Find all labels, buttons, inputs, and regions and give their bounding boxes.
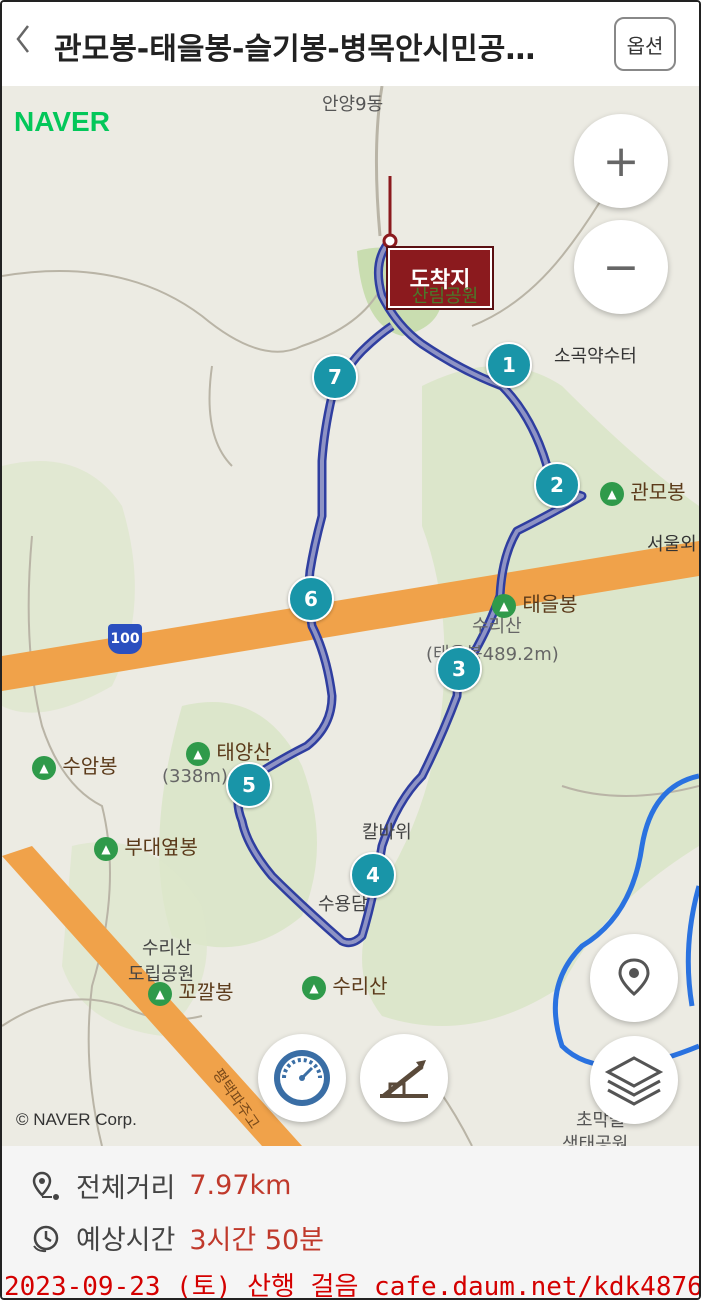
clock-icon (33, 1225, 59, 1252)
mountain-icon: ▲ (148, 981, 172, 1006)
peak-kkokkalbong[interactable]: ▲ 꼬깔봉 (148, 976, 234, 1006)
time-row: 예상시간 3시간 50분 (30, 1218, 324, 1257)
peak-taeeulbong[interactable]: ▲ 태을봉 (492, 588, 578, 618)
waypoint-6[interactable]: 6 (288, 576, 334, 622)
waypoint-5[interactable]: 5 (226, 762, 272, 808)
place-seoul-outer: 서울외 (647, 534, 697, 555)
place-taeyang-elev: (338m) (162, 766, 228, 787)
place-kalbawi: 칼바위 (362, 822, 412, 843)
map-view[interactable]: NAVER 도착지 안양9동 소곡약수터 서울외 수리산 (태을봉489.2m)… (2, 86, 699, 1146)
place-surisan-park-1: 수리산 (142, 938, 192, 959)
route-title: 관모봉-태을봉-슬기봉-병목안시민공… (54, 32, 536, 67)
peak-suambong[interactable]: ▲ 수암봉 (32, 750, 118, 780)
time-label: 예상시간 (76, 1225, 176, 1256)
naver-logo: NAVER (14, 106, 110, 137)
distance-row: 전체거리 7.97km (30, 1166, 291, 1205)
speedometer-icon (274, 1050, 330, 1106)
mountain-icon: ▲ (302, 975, 326, 1000)
peak-surisan[interactable]: ▲ 수리산 (302, 970, 388, 1000)
distance-label: 전체거리 (76, 1173, 176, 1204)
location-button[interactable] (590, 934, 678, 1022)
peak-taeyangsan[interactable]: ▲ 태양산 (186, 736, 272, 766)
peak-budaeyeopbong[interactable]: ▲ 부대옆봉 (94, 831, 198, 861)
mountain-icon: ▲ (492, 593, 516, 618)
chevron-left-icon (16, 25, 29, 53)
mountain-icon: ▲ (186, 741, 210, 766)
watermark-text: 2023-09-23 (토) 산행 걸음 cafe.daum.net/kdk48… (4, 1272, 701, 1300)
distance-value: 7.97km (189, 1170, 292, 1201)
location-pin-icon (618, 958, 650, 996)
options-button[interactable]: 옵션 (614, 17, 676, 71)
waypoint-4[interactable]: 4 (350, 852, 396, 898)
waypoint-1[interactable]: 1 (486, 342, 532, 388)
app-frame: 관모봉-태을봉-슬기봉-병목안시민공… 옵션 NAVER 도착지 안양9동 소곡… (0, 0, 701, 1300)
zoom-in-button[interactable]: + (574, 114, 668, 208)
zoom-out-button[interactable]: − (574, 220, 668, 314)
elevation-button[interactable] (360, 1034, 448, 1122)
mountain-icon: ▲ (94, 836, 118, 861)
waypoint-7[interactable]: 7 (312, 354, 358, 400)
place-sogok-spring: 소곡약수터 (554, 346, 637, 367)
place-park-top: 산림공원 (412, 286, 479, 307)
waypoint-3[interactable]: 3 (436, 646, 482, 692)
layers-icon (604, 1056, 664, 1106)
place-chomak-2: 생태공원 (562, 1134, 629, 1146)
route-distance-icon (32, 1171, 59, 1200)
waypoint-2[interactable]: 2 (534, 462, 580, 508)
place-anyang9dong: 안양9동 (322, 94, 384, 115)
highway-shield: 100 (108, 624, 142, 654)
elevation-icon (380, 1060, 428, 1098)
map-copyright: © NAVER Corp. (16, 1110, 137, 1129)
time-value: 3시간 50분 (189, 1225, 325, 1256)
mountain-icon: ▲ (600, 481, 624, 506)
top-bar: 관모봉-태을봉-슬기봉-병목안시민공… 옵션 (2, 2, 699, 87)
speed-button[interactable] (258, 1034, 346, 1122)
back-button[interactable] (14, 22, 32, 64)
peak-gwanmobong[interactable]: ▲ 관모봉 (600, 476, 686, 506)
mountain-icon: ▲ (32, 755, 56, 780)
layers-button[interactable] (590, 1036, 678, 1124)
